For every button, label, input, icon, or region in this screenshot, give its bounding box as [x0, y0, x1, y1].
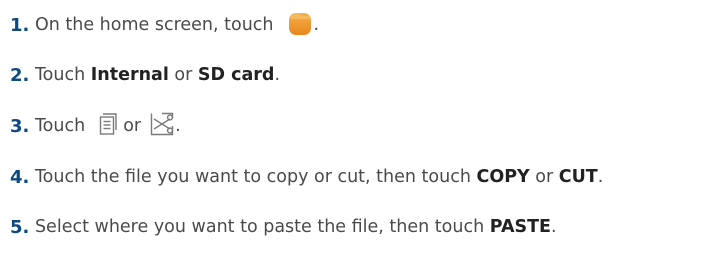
- copy-icon: [99, 112, 119, 141]
- step-text: Select where you want to paste the file,…: [34, 217, 557, 237]
- step-text: Touch the file you want to copy or cut, …: [34, 167, 604, 187]
- step-4: 4. Touch the file you want to copy or cu…: [10, 162, 603, 192]
- step-number: 4.: [10, 166, 30, 188]
- step-5: 5. Select where you want to paste the fi…: [10, 212, 557, 242]
- step-3: 3. Touch or .: [10, 111, 181, 141]
- copy-action: COPY: [476, 167, 530, 187]
- step-number: 2.: [10, 64, 30, 86]
- step-text-end: .: [313, 15, 320, 35]
- files-folder-icon: [288, 10, 312, 41]
- step-2: 2. Touch Internal or SD card.: [10, 60, 280, 90]
- step-text: Touch Internal or SD card.: [34, 65, 281, 85]
- step-1: 1. On the home screen, touch .: [10, 10, 319, 40]
- step-text-end: .: [175, 116, 181, 136]
- paste-action: PASTE: [489, 217, 551, 237]
- internal-option: Internal: [90, 65, 169, 85]
- cut-icon: [150, 112, 174, 141]
- step-text: Touch: [34, 116, 86, 136]
- sd-card-option: SD card: [197, 65, 275, 85]
- step-number: 5.: [10, 216, 30, 238]
- step-number: 3.: [10, 115, 30, 137]
- cut-action: CUT: [558, 167, 598, 187]
- step-number: 1.: [10, 14, 30, 36]
- step-text-middle: or: [123, 116, 142, 136]
- step-text: On the home screen, touch: [34, 15, 274, 35]
